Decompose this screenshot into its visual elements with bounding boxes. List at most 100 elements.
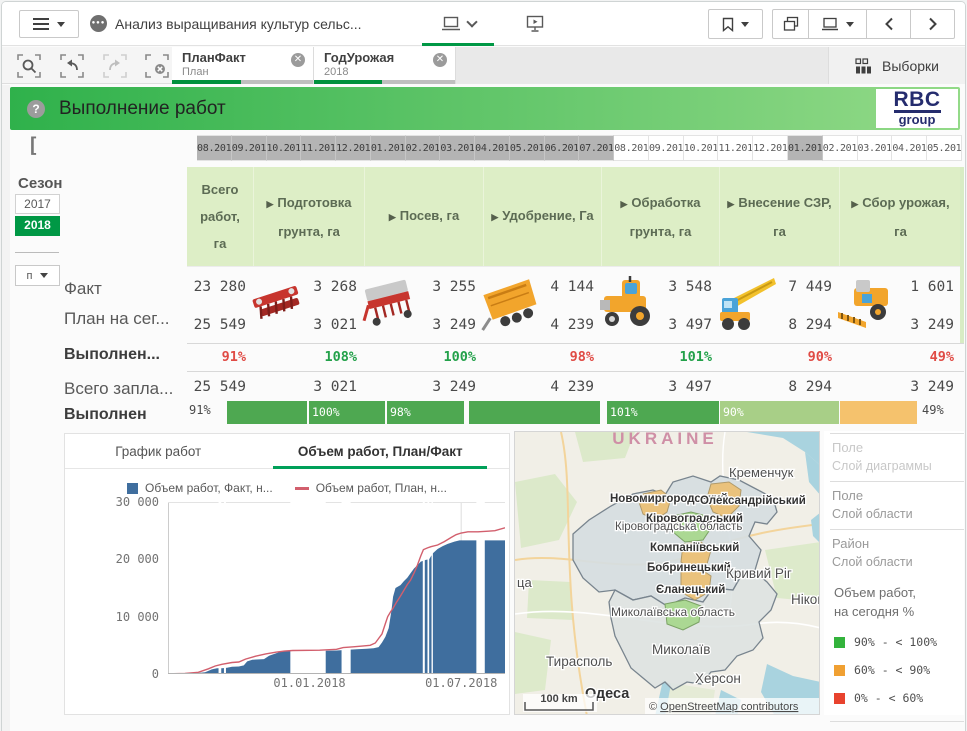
completion-bar-segment[interactable] — [227, 401, 307, 424]
timeline-month[interactable]: 02.2018 — [823, 135, 858, 161]
sheets-overview-button[interactable] — [772, 9, 809, 39]
table-cell[interactable]: 98% — [484, 344, 602, 371]
table-cell[interactable]: 3 255 — [365, 267, 484, 307]
table-cell[interactable]: 3 268 — [254, 267, 365, 307]
drill-down-icon[interactable]: ▶ — [727, 199, 734, 209]
table-cell[interactable]: 3 249 — [365, 307, 484, 343]
sheet-selector-button[interactable] — [809, 9, 867, 39]
timeline-month[interactable]: 08.2016 — [197, 135, 232, 161]
table-cell[interactable]: 8 294 — [720, 307, 840, 343]
table-cell[interactable]: 3 497 — [602, 307, 720, 343]
presentation-button[interactable] — [520, 2, 550, 46]
column-header[interactable]: Всего работ, га — [187, 167, 254, 266]
column-header[interactable]: ▶Сбор урожая, га — [840, 167, 962, 266]
table-cell[interactable]: 3 548 — [602, 267, 720, 307]
step-forward-icon[interactable] — [102, 53, 128, 79]
table-cell[interactable]: 3 249 — [840, 307, 962, 343]
table-cell[interactable]: 4 144 — [484, 267, 602, 307]
timeline-scroll-indicator[interactable]: [ — [27, 133, 39, 157]
column-header[interactable]: ▶Обработка грунта, га — [602, 167, 720, 266]
column-header[interactable]: ▶Посев, га — [365, 167, 484, 266]
chip-clear-icon[interactable]: ✕ — [433, 53, 447, 67]
table-cell[interactable]: 90% — [720, 344, 840, 371]
layer-section[interactable]: РайонСлой области — [830, 529, 964, 577]
period-dropdown[interactable]: п — [15, 265, 60, 286]
table-cell[interactable]: 101% — [602, 344, 720, 371]
timeline-month[interactable]: 11.2017 — [718, 135, 753, 161]
map-legend-item[interactable]: 90% - < 100% — [834, 635, 964, 649]
completion-bar-segment[interactable]: 100% — [309, 401, 385, 424]
table-cell[interactable]: 3 021 — [254, 307, 365, 343]
season-option-2017[interactable]: 2017 — [15, 194, 60, 214]
map-attribution[interactable]: © OpenStreetMap contributors — [645, 698, 820, 714]
table-cell[interactable]: 3 497 — [602, 372, 720, 403]
timeline-month[interactable]: 12.2016 — [336, 135, 371, 161]
help-icon[interactable]: ? — [27, 100, 45, 118]
timeline-month[interactable]: 04.2017 — [475, 135, 510, 161]
drill-down-icon[interactable]: ▶ — [389, 212, 396, 222]
previous-sheet-button[interactable] — [867, 9, 911, 39]
column-header[interactable]: ▶Подготовка грунта, га — [254, 167, 365, 266]
timeline-month[interactable]: 03.2017 — [440, 135, 475, 161]
timeline-month[interactable]: 05.2017 — [510, 135, 545, 161]
completion-bar-segment[interactable] — [840, 401, 917, 424]
timeline-month[interactable]: 04.2018 — [892, 135, 927, 161]
drill-down-icon[interactable]: ▶ — [491, 212, 498, 222]
table-cell[interactable]: 23 280 — [187, 267, 254, 307]
season-option-2018[interactable]: 2018 — [15, 216, 60, 236]
table-cell[interactable]: 4 239 — [484, 372, 602, 403]
table-cell[interactable]: 1 601 — [840, 267, 962, 307]
bookmarks-button[interactable] — [708, 9, 763, 39]
table-cell[interactable]: 3 249 — [365, 372, 484, 403]
tab-volume-plan-fact[interactable]: Объем работ, План/Факт — [251, 434, 509, 468]
table-cell[interactable]: 3 249 — [840, 372, 962, 403]
timeline-month[interactable]: 10.2017 — [684, 135, 719, 161]
timeline-month[interactable]: 08.2017 — [614, 135, 649, 161]
column-header[interactable]: ▶Удобрение, Га — [484, 167, 602, 266]
selection-chip-ПланФакт[interactable]: ПланФактПлан✕ — [172, 47, 314, 84]
layer-section[interactable]: ПолеСлой диаграммы — [830, 433, 964, 481]
ukraine-map[interactable]: UKRAINEКременчукНовомиргородськийОлексан… — [515, 432, 820, 715]
timeline-month[interactable]: 01.2017 — [371, 135, 406, 161]
works-pivot-table[interactable]: Всего работ, га▶Подготовка грунта, га▶По… — [187, 167, 964, 425]
column-header[interactable]: ▶Внесение СЗР, га — [720, 167, 840, 266]
selection-chip-ГодУрожая[interactable]: ГодУрожая2018✕ — [314, 47, 456, 84]
timeline-month[interactable]: 12.2017 — [753, 135, 788, 161]
table-cell[interactable]: 3 021 — [254, 372, 365, 403]
timeline-month[interactable]: 01.2018 — [788, 135, 823, 161]
timeline-month[interactable]: 10.2016 — [267, 135, 302, 161]
timeline-month[interactable]: 03.2018 — [858, 135, 893, 161]
table-cell[interactable]: 108% — [254, 344, 365, 371]
next-sheet-button[interactable] — [911, 9, 955, 39]
map-legend-item[interactable]: 0% - < 60% — [834, 691, 964, 705]
table-cell[interactable]: 25 549 — [187, 372, 254, 403]
completion-bar-segment[interactable] — [469, 401, 600, 424]
selections-tool-button[interactable]: Выборки — [828, 47, 965, 84]
table-cell[interactable]: 25 549 — [187, 307, 254, 343]
drill-down-icon[interactable]: ▶ — [266, 199, 273, 209]
table-cell[interactable]: 49% — [840, 344, 962, 371]
timeline-month[interactable]: 05.2018 — [927, 135, 962, 161]
drill-down-icon[interactable]: ▶ — [851, 199, 858, 209]
table-cell[interactable]: 91% — [187, 344, 254, 371]
table-cell[interactable]: 7 449 — [720, 267, 840, 307]
completion-bar-segment[interactable]: 98% — [387, 401, 464, 424]
layer-section[interactable]: ПолеСлой области — [830, 481, 964, 529]
smart-search-icon[interactable] — [16, 53, 42, 79]
table-cell[interactable]: 100% — [365, 344, 484, 371]
sheet-view-button[interactable] — [422, 2, 494, 46]
area-chart-plot[interactable] — [168, 502, 505, 674]
map-card[interactable]: UKRAINEКременчукНовомиргородськийОлексан… — [514, 431, 820, 715]
table-cell[interactable]: 8 294 — [720, 372, 840, 403]
tab-work-schedule[interactable]: График работ — [65, 434, 251, 468]
timeline-month[interactable]: 11.2016 — [301, 135, 336, 161]
timeline-month[interactable]: 09.2017 — [649, 135, 684, 161]
table-cell[interactable]: 4 239 — [484, 307, 602, 343]
timeline-month[interactable]: 06.2017 — [545, 135, 580, 161]
timeline-month[interactable]: 09.2016 — [232, 135, 267, 161]
chip-clear-icon[interactable]: ✕ — [291, 53, 305, 67]
timeline-month[interactable]: 02.2017 — [406, 135, 441, 161]
map-legend-item[interactable]: 60% - < 90% — [834, 663, 964, 677]
global-menu-button[interactable] — [19, 10, 79, 38]
drill-down-icon[interactable]: ▶ — [621, 199, 628, 209]
